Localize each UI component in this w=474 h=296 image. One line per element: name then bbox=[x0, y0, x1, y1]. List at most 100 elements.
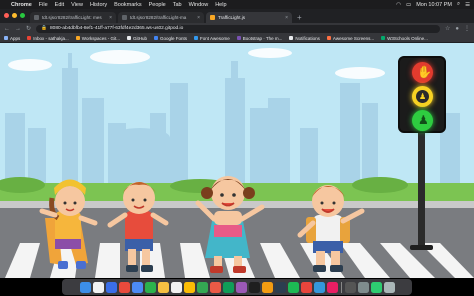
bookmark-label: W3Schools Online... bbox=[387, 35, 428, 41]
github-icon bbox=[289, 36, 294, 40]
address-bar[interactable]: 🔒 8080-ab4dbfb4-8ef1-41ff-a77f-63fdf4e2d… bbox=[36, 24, 440, 33]
github-icon bbox=[126, 36, 131, 40]
bootstrap-icon bbox=[236, 36, 241, 40]
dock-app-icon[interactable] bbox=[157, 281, 169, 293]
bookmark-w3schools[interactable]: W3Schools Online... bbox=[381, 36, 428, 41]
bookmark-label: Inbox - sathakja... bbox=[33, 35, 69, 41]
reload-icon[interactable]: ↻ bbox=[26, 25, 31, 32]
battery-icon[interactable]: ▭ bbox=[406, 2, 411, 8]
tab-github-2[interactable]: tdt.sjscr8282/trafficLight-ma × bbox=[118, 12, 204, 23]
stop-light-button[interactable]: ✋ bbox=[412, 62, 433, 83]
dock-app-icon[interactable] bbox=[105, 281, 117, 293]
menu-edit[interactable]: Edit bbox=[55, 2, 64, 8]
dock-app-icon[interactable] bbox=[357, 281, 369, 293]
wifi-icon[interactable]: ◠ bbox=[396, 2, 401, 8]
dock-app-icon[interactable] bbox=[209, 281, 221, 293]
menu-help[interactable]: Help bbox=[215, 2, 226, 8]
menu-people[interactable]: People bbox=[149, 2, 166, 8]
bookmark-inbox[interactable]: Inbox - sathakja... bbox=[27, 36, 69, 41]
search-icon[interactable]: ⌕ bbox=[457, 1, 460, 8]
screenshot-icon bbox=[326, 36, 331, 40]
tab-github-1[interactable]: tdt.sjscr8282/trafficLight: mes × bbox=[30, 12, 116, 23]
menu-view[interactable]: View bbox=[71, 2, 83, 8]
dock-app-icon[interactable] bbox=[344, 281, 356, 293]
tab-title: tdt.sjscr8282/trafficLight-ma bbox=[130, 15, 187, 20]
bookmarks-bar: Apps Inbox - sathakja... Workspaces - Gi… bbox=[0, 34, 474, 43]
google-fonts-icon bbox=[154, 36, 158, 40]
gitpod-icon bbox=[210, 15, 215, 20]
walk-light-button[interactable]: ♟ bbox=[412, 110, 433, 131]
hand-stop-icon: ✋ bbox=[417, 65, 432, 79]
menu-kebab-icon[interactable]: ⋮ bbox=[464, 25, 470, 32]
menu-file[interactable]: File bbox=[39, 2, 48, 8]
bookmark-label: Awesome Screens... bbox=[332, 35, 375, 41]
bookmark-awesome-screenshot[interactable]: Awesome Screens... bbox=[326, 35, 375, 41]
traffic-light-base bbox=[410, 245, 433, 250]
bookmark-label: Notifications bbox=[295, 35, 320, 41]
bookmark-label: Workspaces - Git... bbox=[81, 35, 120, 41]
bookmark-google-fonts[interactable]: Google Fonts bbox=[154, 36, 187, 41]
tab-trafficlight[interactable]: TrafficLight.js × bbox=[206, 12, 292, 23]
dock-app-icon[interactable] bbox=[313, 281, 325, 293]
dock-app-icon[interactable] bbox=[131, 281, 143, 293]
dock-app-icon[interactable] bbox=[261, 281, 273, 293]
wait-light-button[interactable]: ♟ bbox=[412, 86, 433, 107]
dock-app-icon[interactable] bbox=[248, 281, 260, 293]
gmail-icon bbox=[27, 36, 32, 40]
dock-app-icon[interactable] bbox=[287, 281, 299, 293]
dock-app-icon[interactable] bbox=[92, 281, 104, 293]
bookmark-bootstrap[interactable]: Bootstrap · The m... bbox=[236, 35, 283, 41]
dock-app-icon[interactable] bbox=[383, 281, 395, 293]
dock-app-icon[interactable] bbox=[300, 281, 312, 293]
close-tab-icon[interactable]: × bbox=[109, 15, 112, 21]
menu-bookmarks[interactable]: Bookmarks bbox=[114, 2, 142, 8]
dock-app-icon[interactable] bbox=[170, 281, 182, 293]
close-tab-icon[interactable]: × bbox=[197, 15, 200, 21]
dock-app-icon[interactable] bbox=[144, 281, 156, 293]
profile-avatar[interactable]: ● bbox=[455, 26, 459, 32]
control-center-icon[interactable]: ☰ bbox=[465, 2, 470, 8]
close-window-icon[interactable] bbox=[4, 13, 9, 18]
close-tab-icon[interactable]: × bbox=[285, 15, 288, 21]
bookmark-label: GitHub bbox=[132, 35, 147, 41]
menu-history[interactable]: History bbox=[90, 2, 107, 8]
menu-tab[interactable]: Tab bbox=[173, 2, 182, 8]
dock-app-icon[interactable] bbox=[196, 281, 208, 293]
tab-strip: tdt.sjscr8282/trafficLight: mes × tdt.sj… bbox=[0, 9, 474, 23]
dock-app-icon[interactable] bbox=[79, 281, 91, 293]
dock-app-icon[interactable] bbox=[222, 281, 234, 293]
bookmark-label: Bootstrap · The m... bbox=[242, 35, 283, 41]
traffic-light-pole bbox=[418, 131, 425, 249]
dock-app-icon[interactable] bbox=[274, 281, 286, 293]
dock-app-icon[interactable] bbox=[326, 281, 338, 293]
dock-separator bbox=[340, 281, 342, 293]
traffic-light: ✋ ♟ ♟ bbox=[398, 56, 446, 133]
dock-app-icon[interactable] bbox=[370, 281, 382, 293]
back-icon[interactable]: ← bbox=[4, 26, 10, 32]
minimize-window-icon[interactable] bbox=[12, 13, 17, 18]
bookmark-workspaces[interactable]: Workspaces - Git... bbox=[75, 35, 120, 41]
zoom-window-icon[interactable] bbox=[20, 13, 25, 18]
bookmark-apps[interactable]: Apps bbox=[4, 36, 20, 41]
github-icon bbox=[122, 15, 127, 20]
bookmark-notifications[interactable]: Notifications bbox=[289, 36, 320, 41]
window-controls bbox=[4, 13, 25, 18]
lock-icon[interactable]: 🔒 bbox=[41, 26, 47, 31]
github-icon bbox=[34, 15, 39, 20]
star-icon[interactable]: ☆ bbox=[445, 25, 450, 32]
new-tab-button[interactable]: + bbox=[294, 12, 305, 23]
bookmark-font-awesome[interactable]: Font Awesome bbox=[194, 36, 230, 41]
forward-icon[interactable]: → bbox=[15, 26, 21, 32]
gitpod-icon bbox=[75, 36, 80, 40]
macos-dock bbox=[62, 279, 412, 295]
clock[interactable]: Mon 10:07 PM bbox=[416, 2, 452, 8]
bookmark-label: Apps bbox=[10, 35, 21, 41]
browser-toolbar: ← → ↻ 🔒 8080-ab4dbfb4-8ef1-41ff-a77f-63f… bbox=[0, 23, 474, 34]
dock-app-icon[interactable] bbox=[183, 281, 195, 293]
dock-app-icon[interactable] bbox=[235, 281, 247, 293]
dock-app-icon[interactable] bbox=[118, 281, 130, 293]
menu-app-name[interactable]: Chrome bbox=[11, 2, 32, 8]
menu-window[interactable]: Window bbox=[189, 2, 209, 8]
bookmark-github[interactable]: GitHub bbox=[126, 35, 147, 41]
pedestrian-figure: ♟ bbox=[419, 92, 427, 101]
